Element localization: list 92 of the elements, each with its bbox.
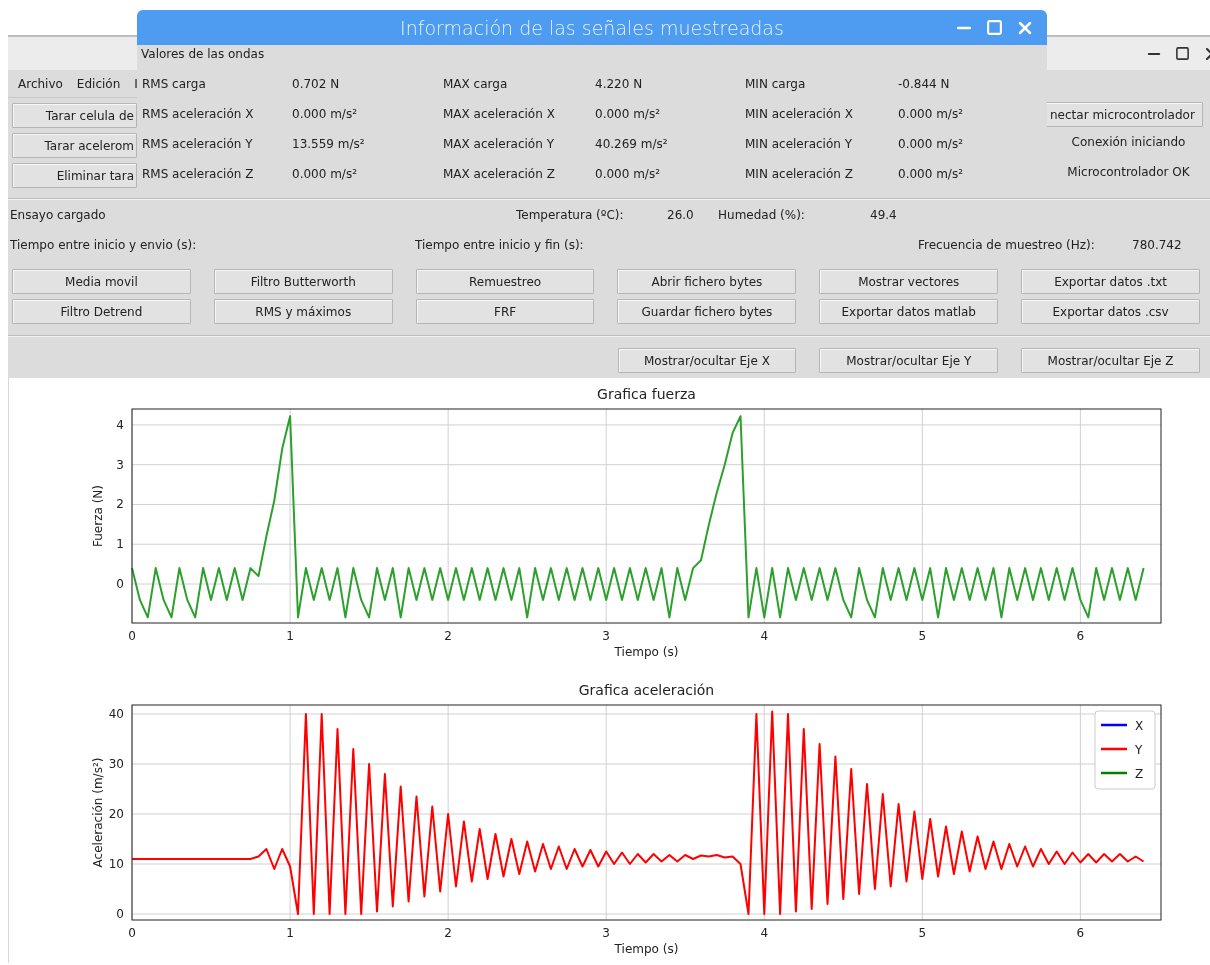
- tick-label: 30: [108, 757, 124, 771]
- maximize-icon[interactable]: [1175, 46, 1190, 61]
- measure-label: MIN aceleración X: [745, 107, 854, 121]
- tick-label: 3: [602, 926, 610, 940]
- tick-label: 40: [108, 707, 124, 721]
- tick-label: 0: [128, 629, 136, 643]
- field-label: Tiempo entre inicio y envio (s):: [10, 238, 198, 252]
- tare-button[interactable]: Tarar acelerom: [12, 133, 137, 158]
- tick-label: 2: [116, 497, 124, 512]
- measure-label: MIN aceleración Z: [745, 167, 854, 181]
- tare-button[interactable]: Tarar celula de: [12, 103, 137, 128]
- menu-item[interactable]: I: [134, 76, 138, 91]
- measure-value: 0.000 m/s²: [292, 107, 358, 121]
- dialog-title: Información de las señales muestreadas: [400, 16, 784, 39]
- chart-title: Grafica aceleración: [578, 682, 715, 698]
- legend-label: Z: [1135, 767, 1144, 781]
- measure-label: RMS aceleración Y: [142, 137, 254, 151]
- tick-label: 0: [116, 577, 124, 591]
- tick-label: 4: [760, 926, 769, 940]
- field-label: Humedad (%):: [718, 208, 806, 222]
- status-label: Conexión iniciando: [1070, 134, 1187, 151]
- measure-label: RMS aceleración Z: [142, 167, 255, 181]
- measure-value: 4.220 N: [595, 77, 644, 91]
- action-button[interactable]: Remuestreo: [415, 269, 595, 294]
- menu-item[interactable]: Archivo: [18, 76, 63, 91]
- axis-toggle-button[interactable]: Mostrar/ocultar Eje Y: [819, 348, 999, 373]
- tick-label: 6: [1076, 926, 1085, 940]
- measure-label: MIN carga: [745, 77, 807, 91]
- field-value: 49.4: [870, 208, 898, 222]
- legend-label: Y: [1135, 743, 1143, 757]
- axis-label: Fuerza (N): [91, 485, 105, 547]
- measure-value: 40.269 m/s²: [595, 137, 669, 151]
- measure-label: MAX aceleración Y: [443, 137, 555, 151]
- tick-label: 1: [286, 629, 294, 643]
- measure-value: -0.844 N: [898, 77, 951, 91]
- action-button[interactable]: Media movil: [12, 269, 191, 294]
- status-label: Ensayo cargado: [10, 208, 107, 222]
- measure-value: 0.000 m/s²: [595, 107, 661, 121]
- measure-value: 13.559 m/s²: [292, 137, 366, 151]
- axis-label: Tiempo (s): [614, 942, 679, 956]
- menu-item[interactable]: Edición: [76, 76, 121, 91]
- field-label: Frecuencia de muestreo (Hz):: [918, 238, 1096, 252]
- measure-label: MIN aceleración Y: [745, 137, 854, 151]
- action-button[interactable]: Filtro Detrend: [12, 299, 191, 324]
- tick-label: 20: [108, 807, 124, 821]
- tick-label: 6: [1076, 629, 1085, 643]
- field-label: Tiempo entre inicio y fin (s):: [415, 238, 585, 252]
- axis-label: Aceleración (m/s²): [91, 757, 105, 868]
- action-button[interactable]: Guardar fichero bytes: [617, 299, 797, 324]
- tick-label: 10: [108, 857, 124, 871]
- chart-title: Grafica fuerza: [597, 386, 696, 402]
- measure-label: RMS carga: [142, 77, 207, 91]
- measure-label: RMS aceleración X: [142, 107, 255, 121]
- field-label: Temperatura (ºC):: [516, 208, 625, 222]
- tick-label: 0: [116, 907, 124, 921]
- action-button[interactable]: Exportar datos matlab: [819, 299, 999, 324]
- section-label: Valores de las ondas: [140, 46, 266, 63]
- axis-toggle-button[interactable]: Mostrar/ocultar Eje X: [617, 348, 797, 373]
- tick-label: 2: [444, 629, 452, 643]
- tick-label: 3: [116, 457, 124, 472]
- status-label: Microcontrolador OK: [1066, 164, 1191, 181]
- tick-label: 1: [286, 926, 294, 940]
- tick-label: 4: [760, 629, 769, 643]
- tick-label: 3: [602, 629, 610, 643]
- action-button[interactable]: Filtro Butterworth: [213, 269, 393, 294]
- measure-label: MAX aceleración X: [443, 107, 556, 121]
- axis-label: Tiempo (s): [614, 645, 679, 659]
- action-button[interactable]: RMS y máximos: [213, 299, 393, 324]
- measure-value: 0.000 m/s²: [595, 167, 661, 181]
- legend-label: X: [1135, 719, 1144, 733]
- measure-value: 0.000 m/s²: [292, 167, 358, 181]
- tare-button[interactable]: Eliminar tara: [12, 163, 137, 188]
- action-button[interactable]: Abrir fichero bytes: [617, 269, 797, 294]
- measure-label: MAX aceleración Z: [443, 167, 556, 181]
- field-value: 26.0: [667, 208, 695, 222]
- action-button[interactable]: Exportar datos .txt: [1021, 269, 1200, 294]
- tick-label: 2: [444, 926, 452, 940]
- measure-value: 0.000 m/s²: [898, 167, 964, 181]
- tick-label: 5: [918, 629, 927, 643]
- action-button[interactable]: FRF: [415, 299, 595, 324]
- measure-value: 0.702 N: [292, 77, 341, 91]
- action-button[interactable]: Exportar datos .csv: [1021, 299, 1200, 324]
- action-button[interactable]: Mostrar vectores: [819, 269, 999, 294]
- field-value: 780.742: [1132, 238, 1183, 252]
- measure-value: 0.000 m/s²: [898, 137, 964, 151]
- measure-value: 0.000 m/s²: [898, 107, 964, 121]
- tick-label: 1: [116, 537, 124, 552]
- tick-label: 4: [116, 417, 124, 432]
- measure-label: MAX carga: [443, 77, 509, 91]
- tick-label: 0: [128, 926, 136, 940]
- tick-label: 5: [918, 926, 927, 940]
- axis-toggle-button[interactable]: Mostrar/ocultar Eje Z: [1021, 348, 1200, 373]
